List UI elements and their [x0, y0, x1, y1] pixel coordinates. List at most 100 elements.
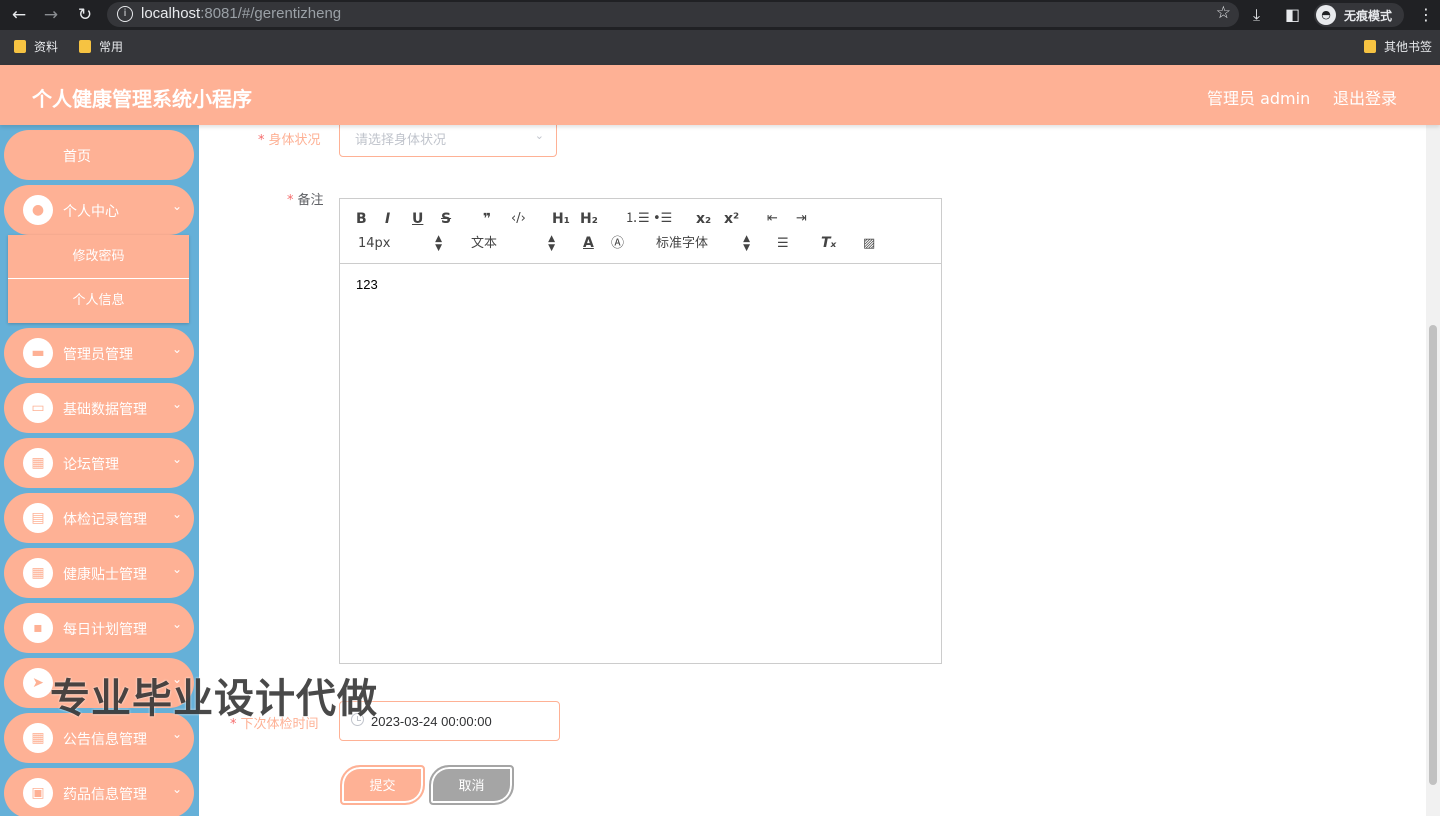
site-info-icon[interactable]: i — [117, 6, 133, 22]
bookmark-folder-changyong[interactable]: 常用 — [79, 39, 123, 55]
sidebar-item-label: 每日计划管理 — [63, 622, 147, 638]
align-icon[interactable]: ☰ — [777, 235, 789, 253]
sidebar-item-forum[interactable]: ▦ 论坛管理 ⌄ — [4, 438, 194, 488]
forward-arrow-icon[interactable]: → — [40, 4, 62, 26]
logout-link[interactable]: 退出登录 — [1333, 85, 1397, 109]
side-panel-icon[interactable]: ◧ — [1285, 3, 1300, 27]
sidebar-item-label: 管理员管理 — [63, 347, 133, 363]
incognito-badge[interactable]: ◓ 无痕模式 — [1314, 3, 1404, 27]
chevron-down-icon: ⌄ — [534, 129, 544, 142]
address-bar[interactable]: i localhost:8081/#/gerentizheng ☆ — [107, 2, 1239, 27]
heading2-icon[interactable]: H₂ — [580, 210, 598, 228]
sidebar-item-base-data[interactable]: ▭ 基础数据管理 ⌄ — [4, 383, 194, 433]
indent-icon[interactable]: ⇥ — [796, 210, 807, 228]
underline-icon[interactable]: U — [412, 210, 423, 228]
chevron-down-icon: ⌄ — [171, 342, 182, 356]
message-icon: ▪ — [23, 613, 53, 643]
grid-icon: ▦ — [23, 448, 53, 478]
strikethrough-icon[interactable]: S — [441, 210, 451, 228]
incognito-label: 无痕模式 — [1344, 9, 1393, 23]
scrollbar-thumb[interactable] — [1429, 325, 1437, 785]
sidebar-item-label: 药品信息管理 — [63, 787, 147, 803]
incognito-icon: ◓ — [1316, 5, 1336, 25]
font-size-select[interactable]: 14px ▲ ▼ — [358, 235, 442, 253]
rich-text-editor[interactable]: B I U S ❞ ‹/› H₁ H₂ ⒈☰ •☰ x₂ x² ⇤ ⇥ 14px… — [339, 198, 942, 664]
blockquote-icon[interactable]: ❞ — [483, 210, 491, 228]
background-color-icon[interactable]: Ⓐ — [611, 235, 624, 253]
body-status-label: * 身体状况 — [258, 133, 321, 148]
grid-icon: ▦ — [23, 723, 53, 753]
sidebar-item-label: 论坛管理 — [63, 457, 119, 473]
chevron-down-icon: ⌄ — [171, 782, 182, 796]
personal-center-submenu: 修改密码 个人信息 — [8, 235, 189, 323]
remark-label: * 备注 — [287, 193, 324, 208]
submit-button[interactable]: 提交 — [340, 765, 425, 805]
sidebar-item-personal-center[interactable]: ● 个人中心 ⌄ — [4, 185, 194, 235]
clipboard-icon: ▣ — [23, 778, 53, 808]
bookmark-star-icon[interactable]: ☆ — [1216, 3, 1231, 23]
app-header: 个人健康管理系统小程序 管理员 admin 退出登录 — [0, 65, 1440, 125]
editor-content[interactable]: 123 — [356, 277, 378, 292]
sidebar-item-admin-manage[interactable]: ▬ 管理员管理 ⌄ — [4, 328, 194, 378]
folder-icon — [1364, 40, 1376, 53]
sidebar-item-label: 基础数据管理 — [63, 402, 147, 418]
app-title: 个人健康管理系统小程序 — [32, 87, 252, 111]
sidebar-item-daily-plan[interactable]: ▪ 每日计划管理 ⌄ — [4, 603, 194, 653]
heading1-icon[interactable]: H₁ — [552, 210, 570, 228]
chevron-down-icon: ⌄ — [171, 507, 182, 521]
outdent-icon[interactable]: ⇤ — [767, 210, 778, 228]
back-arrow-icon[interactable]: ← — [8, 4, 30, 26]
reload-icon[interactable]: ↻ — [74, 4, 96, 26]
chevron-down-icon: ⌄ — [171, 199, 182, 213]
sidebar-item-label: 健康贴士管理 — [63, 567, 147, 583]
send-icon: ➤ — [23, 668, 53, 698]
code-block-icon[interactable]: ‹/› — [511, 210, 526, 228]
page-scrollbar[interactable] — [1426, 125, 1440, 816]
chart-icon: ▤ — [23, 503, 53, 533]
italic-icon[interactable]: I — [385, 210, 390, 228]
block-type-select[interactable]: 文本 ▲ ▼ — [471, 235, 555, 253]
clear-format-icon[interactable]: Tₓ — [821, 234, 836, 252]
superscript-icon[interactable]: x² — [724, 210, 739, 228]
submenu-personal-info[interactable]: 个人信息 — [8, 279, 189, 323]
url-text: localhost:8081/#/gerentizheng — [141, 5, 342, 22]
image-icon[interactable]: ▨ — [863, 235, 875, 253]
chevron-down-icon: ⌄ — [171, 727, 182, 741]
menu-kebab-icon[interactable]: ⋮ — [1418, 3, 1434, 27]
updown-icon: ▲ ▼ — [435, 234, 442, 253]
editor-toolbar: B I U S ❞ ‹/› H₁ H₂ ⒈☰ •☰ x₂ x² ⇤ ⇥ 14px… — [340, 199, 941, 264]
download-icon[interactable]: ⤓ — [1253, 3, 1260, 27]
chevron-down-icon: ⌄ — [171, 562, 182, 576]
folder-icon — [79, 40, 91, 53]
bold-icon[interactable]: B — [356, 210, 367, 228]
select-placeholder: 请选择身体状况 — [355, 133, 447, 148]
updown-icon: ▲ ▼ — [743, 234, 750, 253]
ordered-list-icon[interactable]: ⒈☰ — [625, 210, 650, 228]
subscript-icon[interactable]: x₂ — [696, 210, 711, 228]
sidebar-item-medicine[interactable]: ▣ 药品信息管理 ⌄ — [4, 768, 194, 816]
admin-name: 管理员 admin — [1207, 89, 1311, 108]
font-family-select[interactable]: 标准字体 ▲ ▼ — [656, 235, 750, 253]
sidebar-item-label: 体检记录管理 — [63, 512, 147, 528]
updown-icon: ▲ ▼ — [548, 234, 555, 253]
sidebar-item-health-tips[interactable]: ▦ 健康贴士管理 ⌄ — [4, 548, 194, 598]
chevron-down-icon: ⌄ — [171, 617, 182, 631]
bookmark-folder-ziliao[interactable]: 资料 — [14, 39, 58, 55]
bookmark-folder-other[interactable]: 其他书签 — [1364, 39, 1432, 55]
sidebar-item-exam-record[interactable]: ▤ 体检记录管理 ⌄ — [4, 493, 194, 543]
monitor-icon: ▭ — [23, 393, 53, 423]
font-color-icon[interactable]: A — [583, 234, 594, 252]
user-icon: ● — [23, 195, 53, 225]
submenu-change-password[interactable]: 修改密码 — [8, 235, 189, 279]
date-value: 2023-03-24 00:00:00 — [371, 714, 492, 729]
sidebar-item-label: 个人中心 — [63, 204, 119, 220]
bookmarks-bar: 资料 常用 其他书签 — [0, 30, 1440, 65]
sidebar-item-label: 公告信息管理 — [63, 732, 147, 748]
ticket-icon: ▬ — [23, 338, 53, 368]
bullet-list-icon[interactable]: •☰ — [653, 210, 672, 228]
browser-toolbar: ← → ↻ i localhost:8081/#/gerentizheng ☆ … — [0, 0, 1440, 30]
sidebar-item-home[interactable]: 首页 — [4, 130, 194, 180]
sidebar-item-label: 首页 — [63, 149, 91, 165]
cancel-button[interactable]: 取消 — [429, 765, 514, 805]
folder-icon — [14, 40, 26, 53]
